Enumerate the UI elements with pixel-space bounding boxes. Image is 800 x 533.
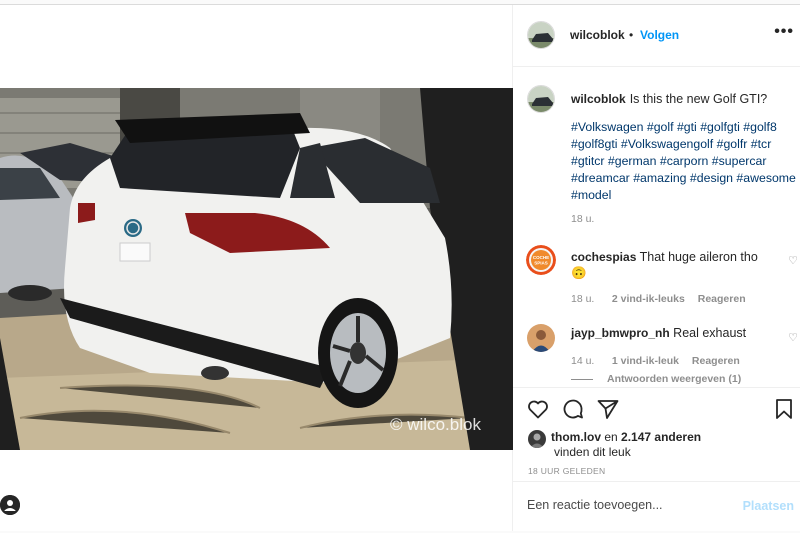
photo-watermark: © wilco.blok	[390, 415, 481, 434]
reply-button[interactable]: Reageren	[698, 293, 746, 305]
share-icon[interactable]	[596, 397, 620, 421]
heart-icon[interactable]	[526, 397, 550, 421]
comment-heart-icon[interactable]: ♡	[788, 331, 798, 344]
comments-list[interactable]: wilcoblok Is this the new Golf GTI? #Volk…	[513, 67, 800, 387]
add-comment-bar: Plaatsen	[513, 481, 800, 531]
comment-avatar[interactable]	[527, 324, 555, 352]
comment-likes[interactable]: 2 vind-ik-leuks	[612, 293, 685, 305]
svg-text:SPIAS: SPIAS	[534, 261, 548, 266]
post-side-panel: wilcoblok • Volgen ••• wilcoblok Is this …	[513, 5, 800, 531]
post-comment-button[interactable]: Plaatsen	[743, 499, 794, 513]
comment-text: Real exhaust	[673, 326, 747, 340]
view-replies-button[interactable]: Antwoorden weergeven (1)	[571, 373, 751, 385]
caption-timestamp[interactable]: 18 u.	[571, 213, 594, 225]
caption-author-avatar[interactable]	[527, 85, 555, 113]
more-icon[interactable]: •••	[774, 23, 794, 41]
author-avatar[interactable]	[527, 21, 555, 49]
comment-input[interactable]	[527, 498, 727, 512]
post-media-area: © wilco.blok	[0, 5, 513, 531]
comment-heart-icon[interactable]: ♡	[788, 254, 798, 267]
comment-time[interactable]: 18 u.	[571, 293, 594, 305]
header-separator: •	[629, 28, 634, 42]
comment-item: cochespias That huge aileron tho 🙃	[571, 249, 776, 281]
liker-username[interactable]: thom.lov	[551, 430, 601, 444]
likes-suffix: vinden dit leuk	[554, 445, 631, 459]
post-actions: thom.lov en 2.147 anderen vinden dit leu…	[513, 387, 800, 481]
comment-icon[interactable]	[561, 397, 585, 421]
author-username[interactable]: wilcoblok	[570, 28, 625, 42]
replies-line	[571, 378, 593, 380]
comment-meta: 14 u. 1 vind-ik-leuk Reageren	[571, 355, 750, 367]
post-header: wilcoblok • Volgen •••	[513, 5, 800, 67]
bookmark-icon[interactable]	[772, 397, 796, 421]
likes-summary: thom.lov en 2.147 anderen vinden dit leu…	[551, 430, 781, 460]
comment-meta: 18 u. 2 vind-ik-leuks Reageren	[571, 293, 756, 305]
comment-likes[interactable]: 1 vind-ik-leuk	[612, 355, 679, 367]
comment-username[interactable]: jayp_bmwpro_nh	[571, 326, 670, 340]
caption-username[interactable]: wilcoblok	[571, 92, 626, 106]
likes-others-button[interactable]: 2.147 anderen	[621, 430, 701, 444]
caption-text: Is this the new Golf GTI?	[629, 92, 768, 106]
comment-avatar[interactable]: COCHE SPIAS	[526, 245, 556, 275]
reply-button[interactable]: Reageren	[692, 355, 740, 367]
user-icon[interactable]	[0, 495, 20, 515]
comment-time[interactable]: 14 u.	[571, 355, 594, 367]
post-timestamp[interactable]: 18 UUR GELEDEN	[528, 466, 605, 476]
likes-connector: en	[604, 430, 618, 444]
liker-avatar[interactable]	[528, 430, 546, 448]
comment-item: jayp_bmwpro_nh Real exhaust	[571, 326, 776, 340]
post-dialog: © wilco.blok wilcoblok • Volgen ••• wilc…	[0, 4, 800, 531]
comment-username[interactable]: cochespias	[571, 250, 636, 264]
post-photo[interactable]: © wilco.blok	[0, 88, 513, 450]
post-caption: wilcoblok Is this the new Golf GTI?	[571, 91, 796, 107]
follow-button[interactable]: Volgen	[640, 28, 679, 42]
svg-text:COCHE: COCHE	[533, 255, 549, 260]
caption-hashtags[interactable]: #Volkswagen #golf #gti #golfgti #golf8 #…	[571, 119, 797, 204]
